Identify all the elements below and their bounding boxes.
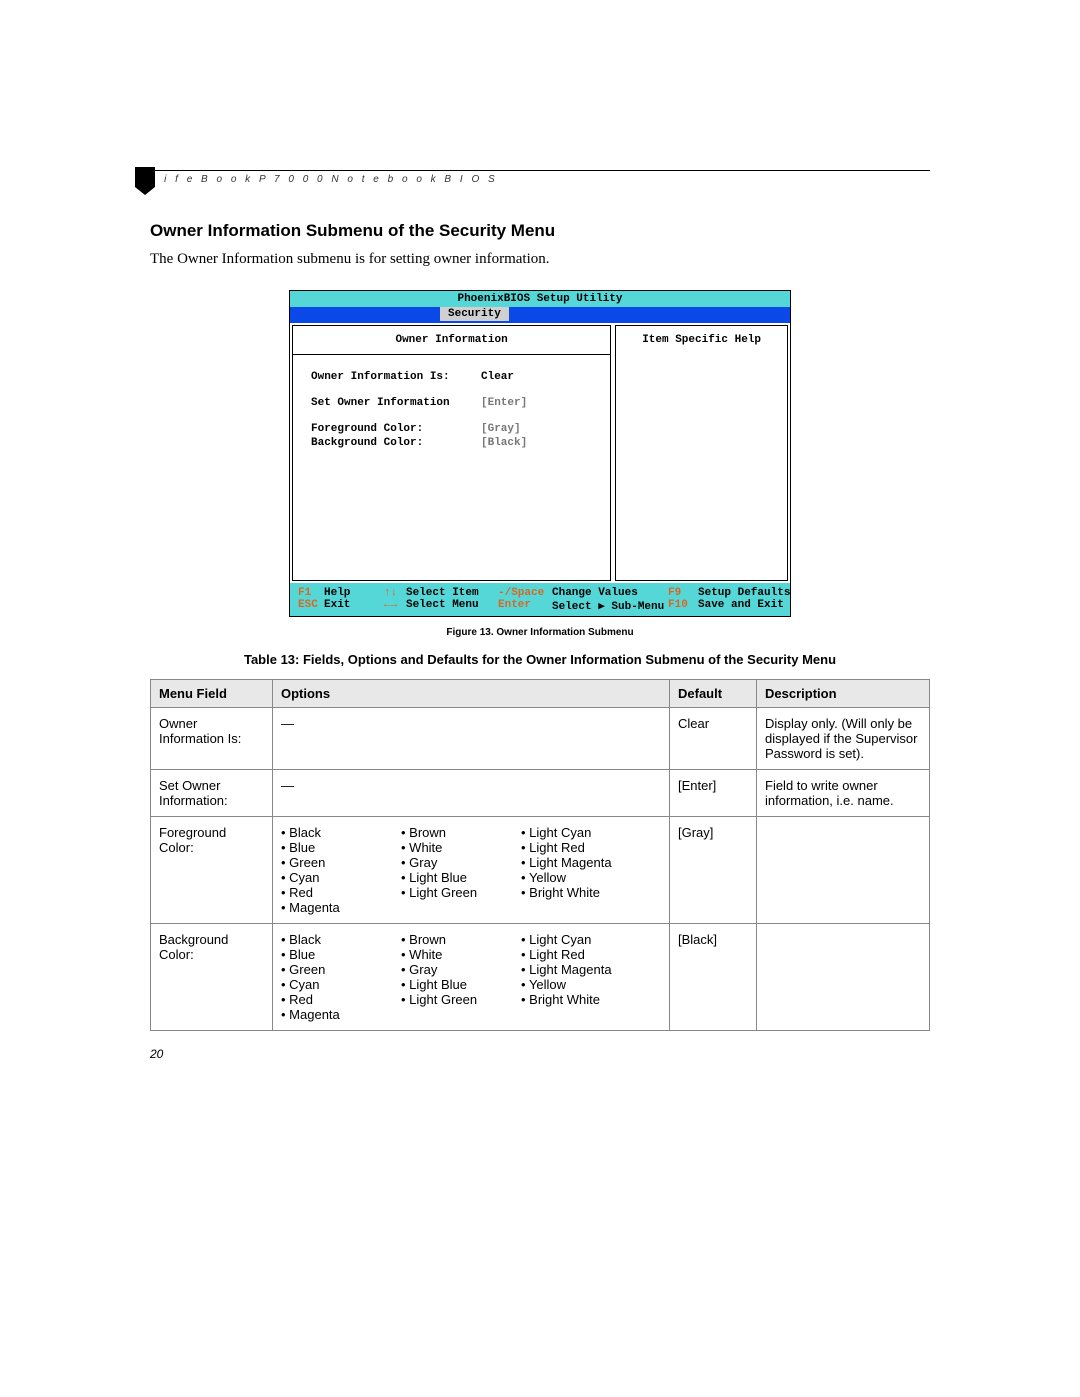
list-item: Gray xyxy=(401,855,491,870)
tab-marker-icon xyxy=(135,167,155,195)
list-item: Cyan xyxy=(281,977,371,992)
intro-text: The Owner Information submenu is for set… xyxy=(150,251,930,268)
bios-field-label: Background Color: xyxy=(311,437,481,449)
list-item: Yellow xyxy=(521,977,612,992)
table-row: Set Owner Information: — [Enter] Field t… xyxy=(151,770,930,817)
list-item: Yellow xyxy=(521,870,612,885)
bios-panel-title: Owner Information xyxy=(293,326,610,355)
list-item: Red xyxy=(281,992,371,1007)
list-item: Green xyxy=(281,855,371,870)
list-item: Light Magenta xyxy=(521,962,612,977)
th-description: Description xyxy=(757,680,930,708)
list-item: Light Blue xyxy=(401,977,491,992)
list-item: Brown xyxy=(401,932,491,947)
list-item: Black xyxy=(281,825,371,840)
list-item: Light Green xyxy=(401,885,491,900)
list-item: Brown xyxy=(401,825,491,840)
bios-tab-security: Security xyxy=(440,307,509,321)
bios-field-value: [Enter] xyxy=(481,397,527,409)
list-item: Light Cyan xyxy=(521,932,612,947)
table-row: Owner Information Is: — Clear Display on… xyxy=(151,708,930,770)
table-row: Foreground Color: BlackBlueGreenCyanRedM… xyxy=(151,817,930,924)
table-row: Background Color: BlackBlueGreenCyanRedM… xyxy=(151,924,930,1031)
list-item: Light Blue xyxy=(401,870,491,885)
figure-caption: Figure 13. Owner Information Submenu xyxy=(150,627,930,638)
defaults-table: Menu Field Options Default Description O… xyxy=(150,679,930,1031)
list-item: Light Green xyxy=(401,992,491,1007)
bios-field-label: Foreground Color: xyxy=(311,423,481,435)
bios-field-value: [Gray] xyxy=(481,423,521,435)
th-options: Options xyxy=(273,680,670,708)
bios-field-value: Clear xyxy=(481,371,514,383)
list-item: Bright White xyxy=(521,885,612,900)
list-item: Light Red xyxy=(521,840,612,855)
bios-field-label: Set Owner Information xyxy=(311,397,481,409)
list-item: Bright White xyxy=(521,992,612,1007)
th-menu-field: Menu Field xyxy=(151,680,273,708)
list-item: Light Red xyxy=(521,947,612,962)
th-default: Default xyxy=(670,680,757,708)
list-item: Cyan xyxy=(281,870,371,885)
list-item: Blue xyxy=(281,840,371,855)
running-header: L i f e B o o k P 7 0 0 0 N o t e b o o … xyxy=(150,174,930,185)
section-title: Owner Information Submenu of the Securit… xyxy=(150,221,930,241)
list-item: Light Magenta xyxy=(521,855,612,870)
list-item: White xyxy=(401,840,491,855)
bios-utility-title: PhoenixBIOS Setup Utility xyxy=(290,291,790,307)
list-item: White xyxy=(401,947,491,962)
list-item: Magenta xyxy=(281,900,371,915)
bios-tab-bar: Security xyxy=(290,307,790,323)
list-item: Blue xyxy=(281,947,371,962)
list-item: Light Cyan xyxy=(521,825,612,840)
list-item: Black xyxy=(281,932,371,947)
list-item: Gray xyxy=(401,962,491,977)
bios-field-value: [Black] xyxy=(481,437,527,449)
list-item: Green xyxy=(281,962,371,977)
list-item: Magenta xyxy=(281,1007,371,1022)
bios-help-title: Item Specific Help xyxy=(616,326,787,354)
bios-footer: F1 Help ↑↓ Select Item -/Space Change Va… xyxy=(290,583,790,616)
bios-field-label: Owner Information Is: xyxy=(311,371,481,383)
bios-screenshot: PhoenixBIOS Setup Utility Security Owner… xyxy=(289,290,791,617)
table-title: Table 13: Fields, Options and Defaults f… xyxy=(150,652,930,667)
list-item: Red xyxy=(281,885,371,900)
page-number: 20 xyxy=(150,1047,930,1061)
